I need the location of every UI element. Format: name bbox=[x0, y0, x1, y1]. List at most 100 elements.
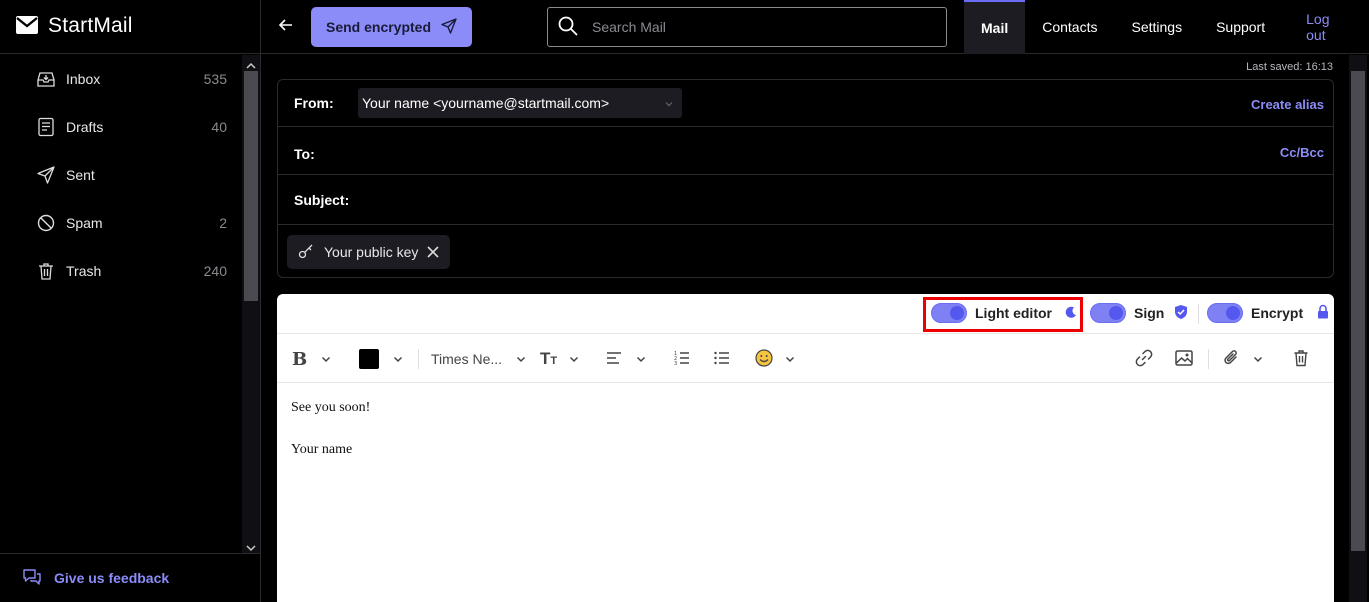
toolbar-divider bbox=[1208, 349, 1209, 369]
encrypt-label: Encrypt bbox=[1251, 305, 1304, 321]
nav-mail[interactable]: Mail bbox=[964, 0, 1026, 54]
folder-name: Trash bbox=[66, 263, 102, 279]
trash-icon bbox=[36, 261, 56, 281]
chevron-down-icon bbox=[664, 96, 674, 112]
chevron-down-icon bbox=[516, 351, 526, 367]
scrollbar-thumb[interactable] bbox=[244, 71, 258, 301]
editor-toggles: Light editor Sign Encrypt bbox=[277, 294, 1334, 334]
body-line: Your name bbox=[291, 442, 353, 457]
folder-name: Sent bbox=[66, 167, 95, 183]
delete-draft-button[interactable] bbox=[1293, 347, 1309, 371]
image-icon bbox=[1175, 349, 1193, 369]
svg-text:3: 3 bbox=[674, 361, 677, 366]
insert-image-button[interactable] bbox=[1175, 347, 1193, 371]
toggle-switch[interactable] bbox=[1090, 303, 1126, 323]
from-row: From: Your name <yourname@startmail.com>… bbox=[278, 80, 1333, 127]
chevron-down-icon bbox=[569, 351, 579, 367]
text-color-button[interactable] bbox=[359, 347, 403, 371]
bold-icon: B bbox=[292, 348, 308, 370]
from-select[interactable]: Your name <yourname@startmail.com> bbox=[358, 88, 682, 118]
cc-bcc-link[interactable]: Cc/Bcc bbox=[1280, 145, 1324, 160]
encrypt-toggle[interactable]: Encrypt bbox=[1207, 303, 1329, 323]
nav-logout[interactable]: Log out bbox=[1282, 0, 1369, 54]
paper-plane-icon bbox=[441, 17, 457, 37]
spam-icon bbox=[36, 213, 56, 233]
feedback-link[interactable]: Give us feedback bbox=[0, 553, 260, 602]
chevron-down-icon bbox=[636, 351, 646, 367]
chevron-down-icon bbox=[785, 351, 795, 367]
back-button[interactable] bbox=[274, 14, 298, 38]
send-encrypted-button[interactable]: Send encrypted bbox=[311, 7, 472, 47]
numbered-list-button[interactable]: 123 bbox=[674, 347, 690, 371]
subject-row[interactable]: Subject: bbox=[278, 175, 1333, 225]
sidebar-item-drafts[interactable]: Drafts 40 bbox=[0, 103, 240, 151]
bullet-list-button[interactable] bbox=[714, 347, 730, 371]
nav-contacts[interactable]: Contacts bbox=[1025, 0, 1114, 54]
subject-label: Subject: bbox=[294, 192, 350, 208]
align-button[interactable] bbox=[606, 347, 646, 371]
insert-link-button[interactable] bbox=[1135, 347, 1153, 371]
compose-header: From: Your name <yourname@startmail.com>… bbox=[277, 79, 1334, 278]
align-left-icon bbox=[606, 351, 622, 368]
top-bar: StartMail Send encrypted Mail Contacts S… bbox=[0, 0, 1369, 54]
main-nav: Mail Contacts Settings Support Log out bbox=[964, 0, 1369, 54]
sidebar: Inbox 535 Drafts 40 Sent Spam 2 Trash 24… bbox=[0, 55, 260, 602]
font-family-value: Times Ne... bbox=[431, 351, 503, 367]
font-size-button[interactable]: TT bbox=[540, 347, 579, 371]
font-family-select[interactable]: Times Ne... bbox=[431, 347, 526, 371]
to-label: To: bbox=[294, 146, 315, 162]
send-icon bbox=[36, 165, 56, 185]
to-row[interactable]: To: Cc/Bcc bbox=[278, 127, 1333, 175]
paperclip-icon bbox=[1223, 349, 1239, 370]
lock-icon bbox=[1317, 304, 1329, 322]
bold-button[interactable]: B bbox=[292, 347, 331, 371]
nav-support[interactable]: Support bbox=[1199, 0, 1282, 54]
drafts-icon bbox=[36, 117, 56, 137]
message-editor: Light editor Sign Encrypt B Times Ne... … bbox=[277, 294, 1334, 602]
chevron-up-icon[interactable] bbox=[246, 58, 256, 69]
main-scrollbar[interactable] bbox=[1349, 55, 1367, 602]
font-size-icon: TT bbox=[540, 349, 558, 368]
folder-name: Drafts bbox=[66, 119, 104, 135]
feedback-label: Give us feedback bbox=[54, 570, 170, 586]
sign-toggle[interactable]: Sign bbox=[1090, 303, 1188, 323]
scrollbar-thumb[interactable] bbox=[1351, 71, 1365, 551]
arrow-left-icon bbox=[278, 18, 293, 34]
folder-name: Spam bbox=[66, 215, 103, 231]
from-label: From: bbox=[294, 95, 334, 111]
sidebar-item-trash[interactable]: Trash 240 bbox=[0, 247, 240, 295]
inbox-icon bbox=[36, 69, 56, 89]
close-icon[interactable] bbox=[426, 245, 440, 262]
search-input[interactable] bbox=[592, 19, 922, 35]
startmail-logo[interactable]: StartMail bbox=[16, 14, 133, 38]
toggle-switch[interactable] bbox=[1207, 303, 1243, 323]
emoji-button[interactable] bbox=[755, 347, 795, 371]
folder-count: 40 bbox=[211, 119, 227, 135]
message-body[interactable]: See you soon! Your name bbox=[291, 400, 370, 484]
sidebar-item-sent[interactable]: Sent bbox=[0, 151, 240, 199]
trash-icon bbox=[1293, 349, 1309, 370]
search-box[interactable] bbox=[547, 7, 947, 47]
public-key-label: Your public key bbox=[324, 244, 419, 260]
chevron-down-icon[interactable] bbox=[246, 540, 256, 552]
attach-button[interactable] bbox=[1223, 347, 1263, 371]
nav-settings[interactable]: Settings bbox=[1114, 0, 1199, 54]
sidebar-scrollbar[interactable] bbox=[242, 55, 260, 553]
create-alias-link[interactable]: Create alias bbox=[1251, 97, 1324, 112]
sidebar-item-spam[interactable]: Spam 2 bbox=[0, 199, 240, 247]
search-icon bbox=[558, 16, 578, 39]
link-icon bbox=[1135, 349, 1153, 370]
folder-count: 2 bbox=[219, 215, 227, 231]
toggle-divider bbox=[1198, 304, 1199, 324]
envelope-icon bbox=[16, 15, 38, 37]
chat-bubbles-icon bbox=[22, 568, 42, 589]
last-saved-status: Last saved: 16:13 bbox=[1246, 61, 1333, 73]
body-line: See you soon! bbox=[291, 400, 371, 415]
public-key-chip[interactable]: Your public key bbox=[287, 235, 450, 269]
from-value: Your name <yourname@startmail.com> bbox=[362, 95, 610, 111]
chevron-down-icon bbox=[321, 351, 331, 367]
sidebar-item-inbox[interactable]: Inbox 535 bbox=[0, 55, 240, 103]
numbered-list-icon: 123 bbox=[674, 350, 690, 369]
key-icon bbox=[298, 243, 314, 262]
sidebar-divider bbox=[260, 0, 261, 602]
